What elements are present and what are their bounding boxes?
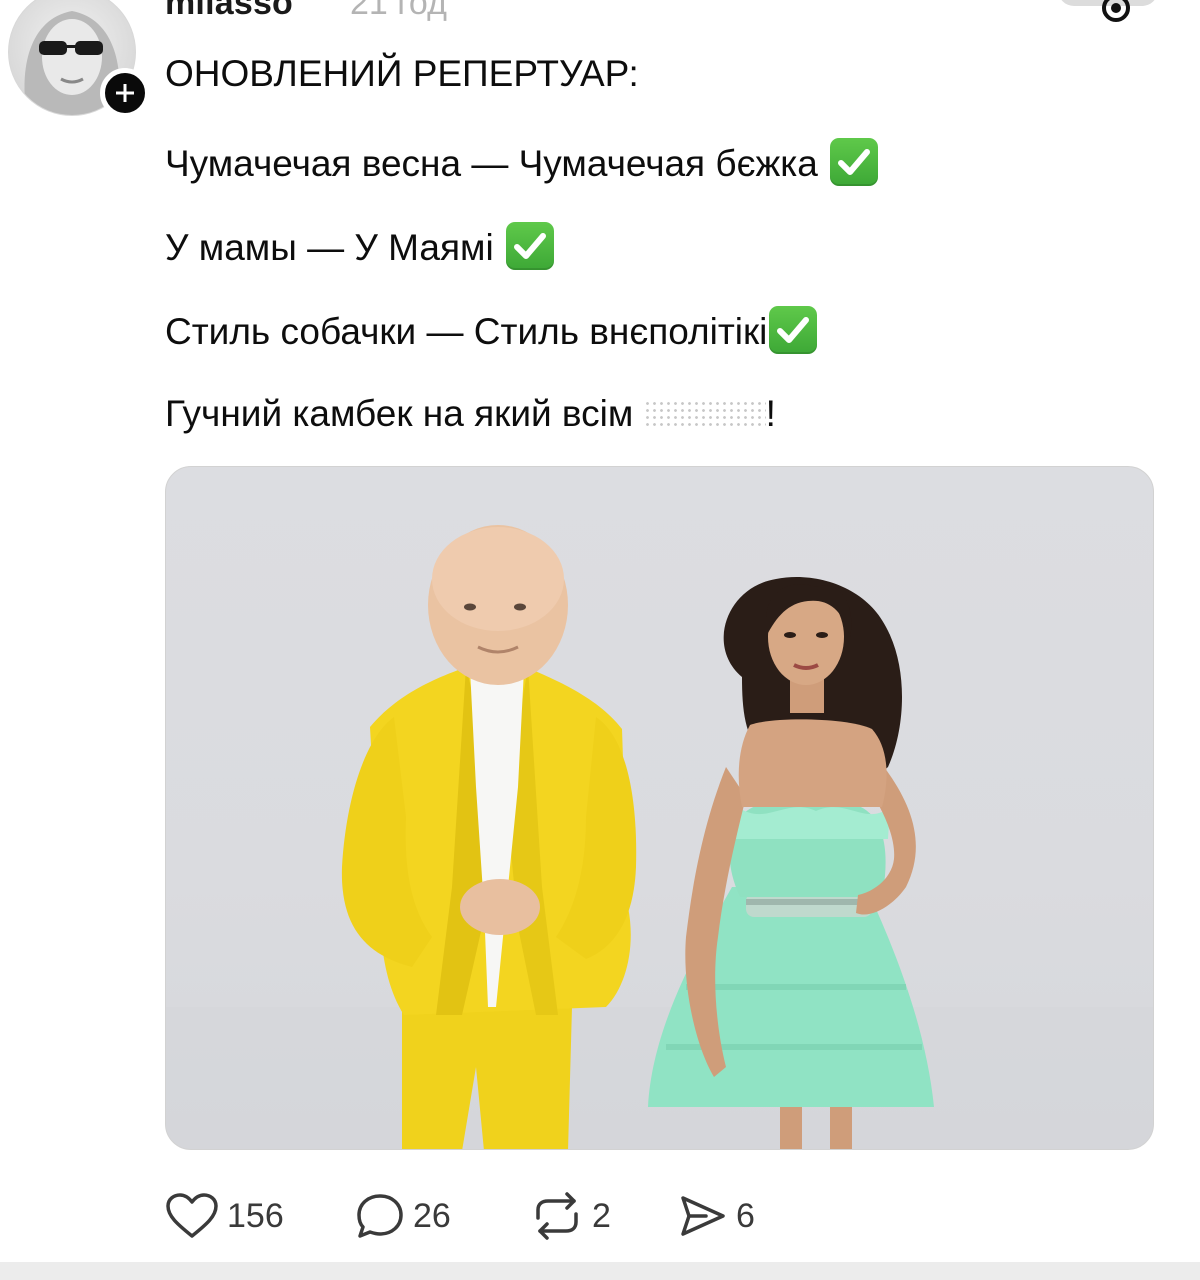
send-icon	[681, 1196, 725, 1236]
repost-button[interactable]: 2	[530, 1190, 611, 1242]
photo-two-people-icon	[166, 525, 1153, 1149]
post-heading: ОНОВЛЕНИЙ РЕПЕРТУАР:	[165, 53, 639, 94]
post-line-3-text: Стиль собачки — Стиль внєполітікі	[165, 311, 768, 352]
speech-bubble-icon	[357, 1194, 403, 1238]
share-button[interactable]: 6	[678, 1190, 755, 1242]
reply-button[interactable]: 26	[355, 1190, 451, 1242]
repost-count: 2	[592, 1196, 611, 1235]
check-mark-icon	[829, 138, 878, 186]
like-button[interactable]: 156	[165, 1190, 284, 1242]
username[interactable]: milasso	[165, 0, 293, 23]
check-mark-icon	[505, 222, 554, 270]
repost-icon	[536, 1192, 578, 1240]
follow-button[interactable]	[100, 68, 150, 118]
timestamp: 21 год	[350, 0, 447, 22]
like-count: 156	[227, 1196, 284, 1235]
reply-count: 26	[413, 1196, 451, 1235]
post-line-2: У мамы — У Маямі	[165, 222, 554, 270]
post-line-4-end: !	[765, 393, 776, 434]
check-mark-icon	[769, 306, 818, 354]
post-line-4-text: Гучний камбек на який всім	[165, 393, 634, 434]
more-icon[interactable]	[1096, 0, 1136, 30]
post-line-3: Стиль собачки — Стиль внєполітікі	[165, 306, 818, 354]
post-line-2-text: У мамы — У Маямі	[165, 227, 494, 268]
post-line-4: Гучний камбек на який всім !	[165, 392, 776, 436]
post-screen: milasso 21 год ОНОВЛЕНИЙ РЕПЕРТУАР: Чума…	[0, 0, 1200, 1280]
post-line-1-text: Чумачечая весна — Чумачечая бєжка	[165, 143, 818, 184]
avatar-container[interactable]	[8, 0, 150, 118]
post-line-1: Чумачечая весна — Чумачечая бєжка	[165, 138, 878, 186]
heart-icon	[166, 1193, 218, 1238]
censored-word	[643, 400, 766, 430]
bottom-bar	[0, 1262, 1200, 1280]
share-count: 6	[736, 1196, 755, 1235]
post-image[interactable]	[165, 466, 1154, 1150]
plus-icon	[116, 84, 134, 102]
